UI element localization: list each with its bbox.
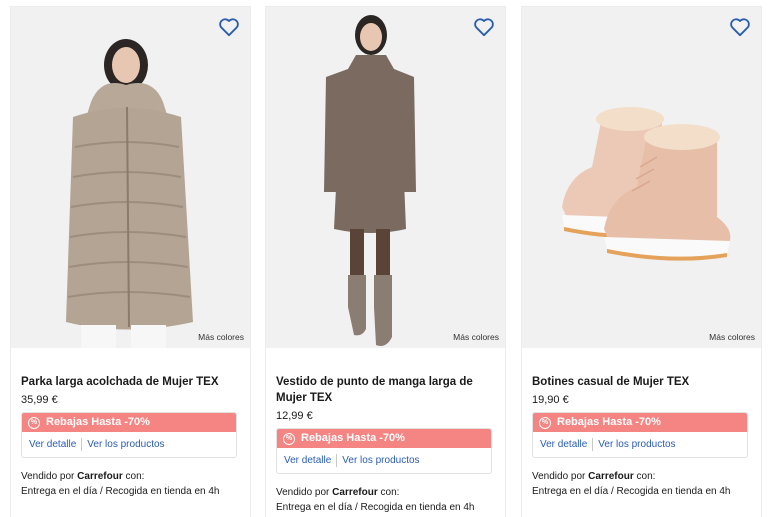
heart-outline-icon[interactable] [473, 17, 495, 37]
product-title[interactable]: Parka larga acolchada de Mujer TEX [21, 374, 242, 390]
delivery-options: Entrega en el día / Recogida en tienda e… [21, 486, 220, 497]
discount-badge-icon: % [539, 416, 551, 429]
product-grid: Más colores Parka larga acolchada de Muj… [0, 0, 768, 517]
promo-banner: % Rebajas Hasta -70% [277, 429, 491, 448]
promo-box: % Rebajas Hasta -70% Ver detalle Ver los… [21, 412, 237, 458]
link-divider [592, 438, 594, 451]
product-title[interactable]: Botines casual de Mujer TEX [532, 374, 753, 390]
sold-by-suffix: con: [380, 487, 400, 498]
long-puffer-parka-photo [11, 7, 250, 348]
promo-banner: % Rebajas Hasta -70% [22, 413, 236, 432]
view-products-link[interactable]: Ver los productos [598, 439, 675, 450]
product-price: 12,99 € [276, 410, 313, 422]
seller-line: Vendido por Carrefour con: [276, 485, 497, 500]
delivery-options: Entrega en el día / Recogida en tienda e… [532, 486, 731, 497]
product-card[interactable]: Más colores Parka larga acolchada de Muj… [10, 6, 251, 517]
heart-outline-icon[interactable] [729, 17, 751, 37]
seller-name: Carrefour [332, 487, 378, 498]
sold-by-prefix: Vendido por [276, 487, 330, 498]
product-card[interactable]: Más colores Vestido de punto de manga la… [265, 6, 506, 517]
product-info: Botines casual de Mujer TEX 19,90 € % Re… [532, 348, 753, 499]
product-card[interactable]: Más colores Botines casual de Mujer TEX … [521, 6, 762, 517]
product-price: 19,90 € [532, 394, 569, 406]
seller-line: Vendido por Carrefour con: [532, 469, 753, 484]
link-divider [81, 438, 83, 451]
product-image[interactable]: Más colores [266, 7, 505, 348]
product-image[interactable]: Más colores [522, 7, 761, 348]
knit-dress-photo [266, 7, 505, 348]
seller-name: Carrefour [588, 471, 634, 482]
view-detail-link[interactable]: Ver detalle [540, 439, 587, 450]
view-detail-link[interactable]: Ver detalle [29, 439, 76, 450]
promo-box: % Rebajas Hasta -70% Ver detalle Ver los… [276, 428, 492, 474]
promo-box: % Rebajas Hasta -70% Ver detalle Ver los… [532, 412, 748, 458]
discount-badge-icon: % [28, 416, 40, 429]
sold-by-suffix: con: [125, 471, 145, 482]
heart-outline-icon[interactable] [218, 17, 240, 37]
view-detail-link[interactable]: Ver detalle [284, 455, 331, 466]
discount-badge-icon: % [283, 432, 295, 445]
sold-by-prefix: Vendido por [532, 471, 586, 482]
product-image[interactable]: Más colores [11, 7, 250, 348]
product-price: 35,99 € [21, 394, 58, 406]
promo-links: Ver detalle Ver los productos [277, 448, 491, 473]
promo-links: Ver detalle Ver los productos [22, 432, 236, 457]
view-products-link[interactable]: Ver los productos [87, 439, 164, 450]
sold-by-suffix: con: [636, 471, 656, 482]
promo-banner: % Rebajas Hasta -70% [533, 413, 747, 432]
product-info: Vestido de punto de manga larga de Mujer… [276, 348, 497, 515]
sold-by-prefix: Vendido por [21, 471, 75, 482]
product-info: Parka larga acolchada de Mujer TEX 35,99… [21, 348, 242, 499]
delivery-options: Entrega en el día / Recogida en tienda e… [276, 502, 475, 513]
promo-label: Rebajas Hasta -70% [557, 416, 661, 428]
seller-name: Carrefour [77, 471, 123, 482]
promo-label: Rebajas Hasta -70% [46, 416, 150, 428]
promo-label: Rebajas Hasta -70% [301, 432, 405, 444]
view-products-link[interactable]: Ver los productos [342, 455, 419, 466]
casual-ankle-boots-photo [522, 7, 761, 348]
more-colors-label[interactable]: Más colores [198, 332, 244, 342]
more-colors-label[interactable]: Más colores [709, 332, 755, 342]
link-divider [336, 454, 338, 467]
more-colors-label[interactable]: Más colores [453, 332, 499, 342]
seller-line: Vendido por Carrefour con: [21, 469, 242, 484]
product-title[interactable]: Vestido de punto de manga larga de Mujer… [276, 374, 497, 406]
promo-links: Ver detalle Ver los productos [533, 432, 747, 457]
